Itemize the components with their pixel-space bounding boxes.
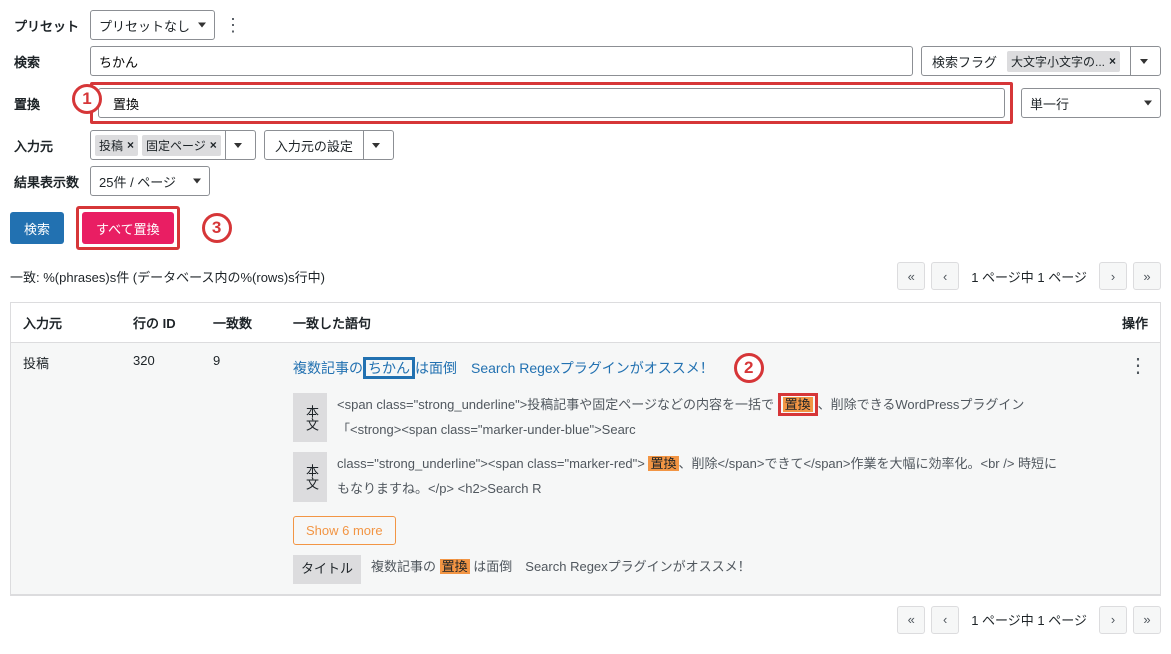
search-flags-label: 検索フラグ — [926, 52, 1003, 71]
source-settings-select[interactable]: 入力元の設定 — [264, 130, 394, 160]
chevron-down-icon — [1140, 59, 1148, 64]
search-button[interactable]: 検索 — [10, 212, 64, 244]
pager-last[interactable]: » — [1133, 262, 1161, 290]
chevron-down-icon — [198, 23, 206, 28]
callout-badge-1: 1 — [72, 84, 102, 114]
preset-select[interactable]: プリセットなし — [90, 10, 215, 40]
source-pill-page: 固定ページ × — [142, 135, 221, 156]
chevron-down-icon — [1144, 101, 1152, 106]
remove-flag-icon[interactable]: × — [1109, 54, 1116, 68]
replace-all-button[interactable]: すべて置換 — [82, 212, 174, 244]
pager-bottom: « ‹ 1 ページ中 1 ページ › » — [897, 606, 1161, 634]
search-input[interactable] — [90, 46, 913, 76]
content-tag-body: 本文 — [293, 393, 327, 442]
pager-prev[interactable]: ‹ — [931, 262, 959, 290]
chevron-down-icon — [372, 143, 380, 148]
pager-text: 1 ページ中 1 ページ — [965, 610, 1093, 629]
search-label: 検索 — [10, 52, 90, 71]
replace-highlight: 置換 — [648, 456, 678, 471]
content-tag-body: 本文 — [293, 452, 327, 501]
search-flags-pill: 大文字小文字の... × — [1007, 51, 1120, 72]
pager-prev[interactable]: ‹ — [931, 606, 959, 634]
content-tag-title: タイトル — [293, 555, 361, 584]
search-flags-dropdown[interactable] — [1130, 47, 1156, 75]
search-flags-box[interactable]: 検索フラグ 大文字小文字の... × — [921, 46, 1161, 76]
replace-callout-frame — [90, 82, 1013, 124]
content-body-2: class="strong_underline"><span class="ma… — [337, 452, 1068, 501]
pager-text: 1 ページ中 1 ページ — [965, 267, 1093, 286]
col-header-matches: 一致数 — [213, 313, 293, 332]
chevron-down-icon — [234, 143, 242, 148]
perpage-select[interactable]: 25件 / ページ — [90, 166, 210, 196]
show-more-button[interactable]: Show 6 more — [293, 516, 396, 545]
replace-highlight: 置換 — [440, 559, 470, 574]
matches-summary: 一致: %(phrases)s件 (データベース内の%(rows)s行中) — [10, 267, 325, 286]
replace-all-callout-frame: すべて置換 — [76, 206, 180, 250]
col-header-ops: 操作 — [1088, 313, 1148, 332]
pager-last[interactable]: » — [1133, 606, 1161, 634]
col-header-phrase: 一致した語句 — [293, 313, 1088, 332]
preset-value: プリセットなし — [99, 16, 190, 35]
row-actions-icon[interactable]: ⋮ — [1128, 355, 1148, 377]
table-row: 投稿 320 9 複数記事のちかんは面倒 Search Regexプラグインがオ… — [11, 343, 1160, 595]
preset-label: プリセット — [10, 16, 90, 35]
row-id: 320 — [133, 353, 213, 368]
replace-highlight-callout: 置換 — [778, 393, 818, 416]
source-settings-dropdown[interactable] — [363, 131, 389, 159]
callout-badge-3: 3 — [202, 213, 232, 243]
replace-input[interactable] — [98, 88, 1005, 118]
row-matches: 9 — [213, 353, 293, 368]
source-pill-post: 投稿 × — [95, 135, 138, 156]
pager-top: « ‹ 1 ページ中 1 ページ › » — [897, 262, 1161, 290]
source-label: 入力元 — [10, 136, 90, 155]
content-body-1: <span class="strong_underline">投稿記事や固定ペー… — [337, 393, 1068, 442]
preset-menu-icon[interactable] — [223, 15, 243, 36]
pager-next[interactable]: › — [1099, 262, 1127, 290]
col-header-source: 入力元 — [23, 313, 133, 332]
pager-first[interactable]: « — [897, 606, 925, 634]
content-title-line: 複数記事の 置換 は面倒 Search Regexプラグインがオススメ！ — [371, 555, 1068, 584]
replace-mode-select[interactable]: 単一行 — [1021, 88, 1161, 118]
pager-next[interactable]: › — [1099, 606, 1127, 634]
source-dropdown[interactable] — [225, 131, 251, 159]
col-header-id: 行の ID — [133, 313, 213, 332]
perpage-label: 結果表示数 — [10, 172, 90, 191]
callout-badge-2: 2 — [734, 353, 764, 383]
row-source: 投稿 — [23, 353, 133, 372]
pager-first[interactable]: « — [897, 262, 925, 290]
results-table: 入力元 行の ID 一致数 一致した語句 操作 投稿 320 9 複数記事のちか… — [10, 302, 1161, 596]
search-match-highlight: ちかん — [363, 357, 415, 379]
remove-page-icon[interactable]: × — [210, 138, 217, 152]
result-title-link[interactable]: 複数記事のちかんは面倒 Search Regexプラグインがオススメ！ — [293, 358, 714, 378]
chevron-down-icon — [193, 179, 201, 184]
remove-post-icon[interactable]: × — [127, 138, 134, 152]
source-select[interactable]: 投稿 × 固定ページ × — [90, 130, 256, 160]
